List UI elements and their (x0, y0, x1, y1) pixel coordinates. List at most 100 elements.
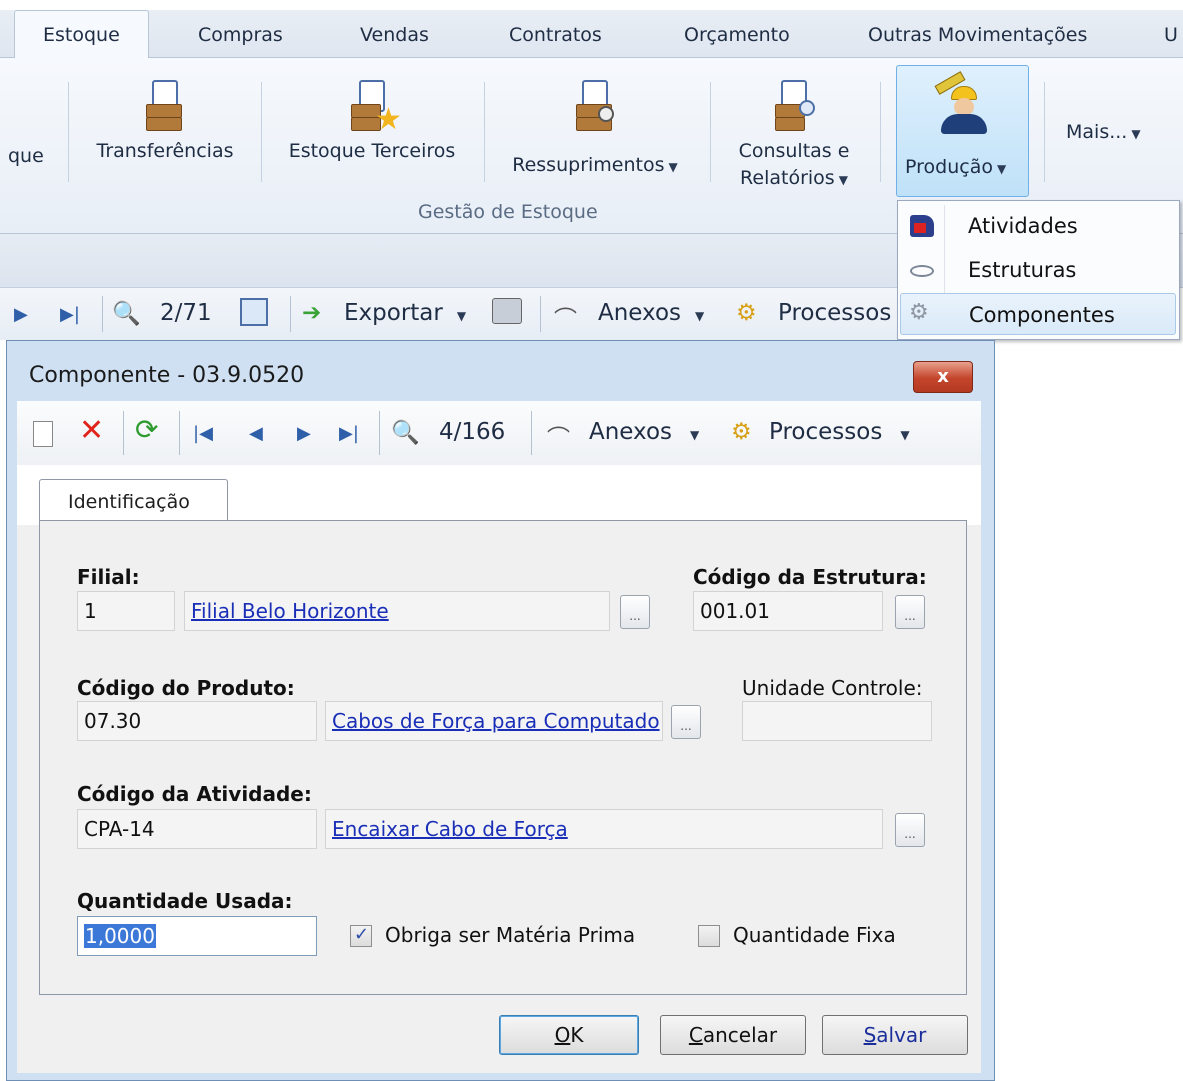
ok-label: K (570, 1023, 584, 1047)
structures-icon (910, 265, 934, 277)
relatorios-label: Relatórios (740, 167, 835, 189)
filial-code-field[interactable]: 1 (77, 591, 175, 631)
filial-lookup-button[interactable]: ... (620, 595, 650, 629)
quantidade-usada-label: Quantidade Usada: (77, 889, 293, 913)
codigo-estrutura-field[interactable]: 001.01 (693, 591, 883, 631)
paperclip-icon: ⌒ (547, 426, 570, 452)
chevron-down-icon: ▼ (695, 309, 705, 323)
quantidade-usada-value: 1,0000 (84, 924, 156, 948)
producao-button[interactable]: Produção ▼ (896, 65, 1029, 197)
export-arrow-icon: ➔ (302, 300, 322, 326)
binoculars-icon[interactable]: 🔍 (112, 300, 141, 327)
ribbon-tab-bar: Estoque Compras Vendas Contratos Orçamen… (0, 10, 1183, 59)
toolbar-separator (540, 296, 541, 332)
close-button[interactable]: x (913, 361, 973, 393)
salvar-button[interactable]: Salvar (822, 1015, 968, 1055)
last-record-icon[interactable]: ▶| (60, 304, 80, 325)
chevron-down-icon: ▼ (1131, 127, 1141, 141)
delete-icon[interactable]: ✕ (79, 413, 104, 448)
processos-button[interactable]: Processos ▼ (769, 419, 910, 445)
estrutura-lookup-button[interactable]: ... (895, 595, 925, 629)
tab-outras-movimentacoes[interactable]: Outras Movimentações (868, 24, 1087, 46)
tab-estoque[interactable]: Estoque (14, 10, 149, 59)
anexos-button[interactable]: Anexos ▼ (589, 419, 699, 445)
previous-record-icon[interactable]: ◀ (249, 423, 263, 444)
dialog-content: ✕ ⟳ |◀ ◀ ▶ ▶| 🔍 4/166 ⌒ Anexos ▼ ⚙ Proces… (17, 401, 981, 1073)
gears-icon: ⚙ (736, 300, 757, 326)
unidade-controle-field[interactable] (742, 701, 932, 741)
record-counter: 2/71 (160, 300, 212, 326)
exportar-button[interactable]: Exportar ▼ (344, 300, 466, 326)
produto-lookup-button[interactable]: ... (671, 705, 701, 739)
estoque-terceiros-button[interactable]: ★ Estoque Terceiros (284, 80, 460, 165)
chevron-down-icon: ▼ (996, 162, 1007, 176)
identificacao-panel: Filial: 1 Filial Belo Horizonte ... Códi… (39, 520, 967, 995)
toolbar-separator (290, 296, 291, 332)
ribbon-separator (710, 82, 711, 182)
produto-name-link[interactable]: Cabos de Força para Computado (332, 709, 660, 733)
ressuprimentos-label: Ressuprimentos (512, 154, 665, 176)
ribbon-separator (1044, 82, 1045, 182)
tab-compras[interactable]: Compras (198, 24, 283, 46)
worker-icon (934, 71, 995, 134)
anexos-label: Anexos (598, 300, 682, 326)
transfer-boxes-icon (140, 80, 190, 132)
anexos-button[interactable]: Anexos ▼ (598, 300, 704, 326)
next-record-icon[interactable]: ▶ (14, 304, 28, 325)
filial-name-field[interactable]: Filial Belo Horizonte (184, 591, 610, 631)
quantidade-fixa-label: Quantidade Fixa (733, 923, 896, 947)
codigo-atividade-label: Código da Atividade: (77, 782, 312, 806)
new-record-icon[interactable] (33, 421, 53, 447)
cancelar-label: ancelar (702, 1023, 778, 1047)
menu-item-componentes[interactable]: ⚙ Componentes (900, 293, 1176, 335)
quantidade-fixa-checkbox[interactable] (698, 925, 720, 947)
printer-icon[interactable] (492, 298, 522, 324)
activities-icon (910, 215, 934, 237)
chevron-down-icon: ▼ (838, 173, 848, 187)
next-record-icon[interactable]: ▶ (297, 423, 311, 444)
processos-button[interactable]: Processos (778, 300, 891, 326)
mais-button[interactable]: Mais... ▼ (1066, 118, 1141, 148)
refresh-icon[interactable]: ⟳ (135, 413, 158, 446)
back-navigator-toolbar: ▶ ▶| 🔍 2/71 ➔ Exportar ▼ ⌒ Anexos ▼ ⚙ Proc… (0, 288, 900, 340)
ribbon-separator (68, 82, 69, 182)
transferencias-button[interactable]: Transferências (92, 80, 238, 165)
exportar-label: Exportar (344, 300, 443, 326)
ribbon-separator (484, 82, 485, 182)
menu-item-estruturas[interactable]: Estruturas (900, 249, 1176, 291)
produto-name-field[interactable]: Cabos de Força para Computado (325, 701, 663, 741)
close-icon: x (937, 366, 949, 387)
atividade-name-field[interactable]: Encaixar Cabo de Força (325, 809, 883, 849)
tab-strip: Identificação (17, 465, 981, 527)
binoculars-icon[interactable]: 🔍 (391, 419, 420, 446)
ribbon-separator (880, 82, 881, 182)
toolbar-separator (379, 411, 380, 455)
menu-item-atividades[interactable]: Atividades (900, 205, 1176, 247)
codigo-atividade-field[interactable]: CPA-14 (77, 809, 317, 849)
ok-button[interactable]: OK (499, 1015, 639, 1055)
estoque-button-partial[interactable]: que (8, 142, 44, 170)
tab-contratos[interactable]: Contratos (509, 24, 602, 46)
first-record-icon[interactable]: |◀ (193, 423, 213, 444)
grid-view-icon[interactable] (240, 298, 268, 326)
dialog-title: Componente - 03.9.0520 (29, 363, 305, 388)
cancelar-button[interactable]: Cancelar (660, 1015, 806, 1055)
filial-name-link[interactable]: Filial Belo Horizonte (191, 599, 389, 623)
last-record-icon[interactable]: ▶| (339, 423, 359, 444)
unidade-controle-label: Unidade Controle: (742, 676, 923, 700)
consultas-relatorios-button[interactable]: Consultas e Relatórios ▼ (724, 80, 864, 193)
atividade-name-link[interactable]: Encaixar Cabo de Força (332, 817, 568, 841)
tab-vendas[interactable]: Vendas (360, 24, 429, 46)
producao-label: Produção (905, 156, 993, 178)
codigo-produto-field[interactable]: 07.30 (77, 701, 317, 741)
tab-partial-u[interactable]: U (1164, 24, 1178, 46)
tab-orcamento[interactable]: Orçamento (684, 24, 790, 46)
toolbar-separator (179, 411, 180, 455)
quantidade-usada-input[interactable]: 1,0000 (77, 916, 317, 956)
atividade-lookup-button[interactable]: ... (895, 813, 925, 847)
record-counter: 4/166 (439, 419, 506, 445)
processos-label: Processos (769, 419, 883, 445)
obriga-materia-prima-checkbox[interactable] (350, 924, 372, 947)
ressuprimentos-button[interactable]: Ressuprimentos ▼ (506, 80, 684, 181)
componente-dialog: Componente - 03.9.0520 x ✕ ⟳ |◀ ◀ ▶ ▶| 🔍… (6, 340, 995, 1081)
